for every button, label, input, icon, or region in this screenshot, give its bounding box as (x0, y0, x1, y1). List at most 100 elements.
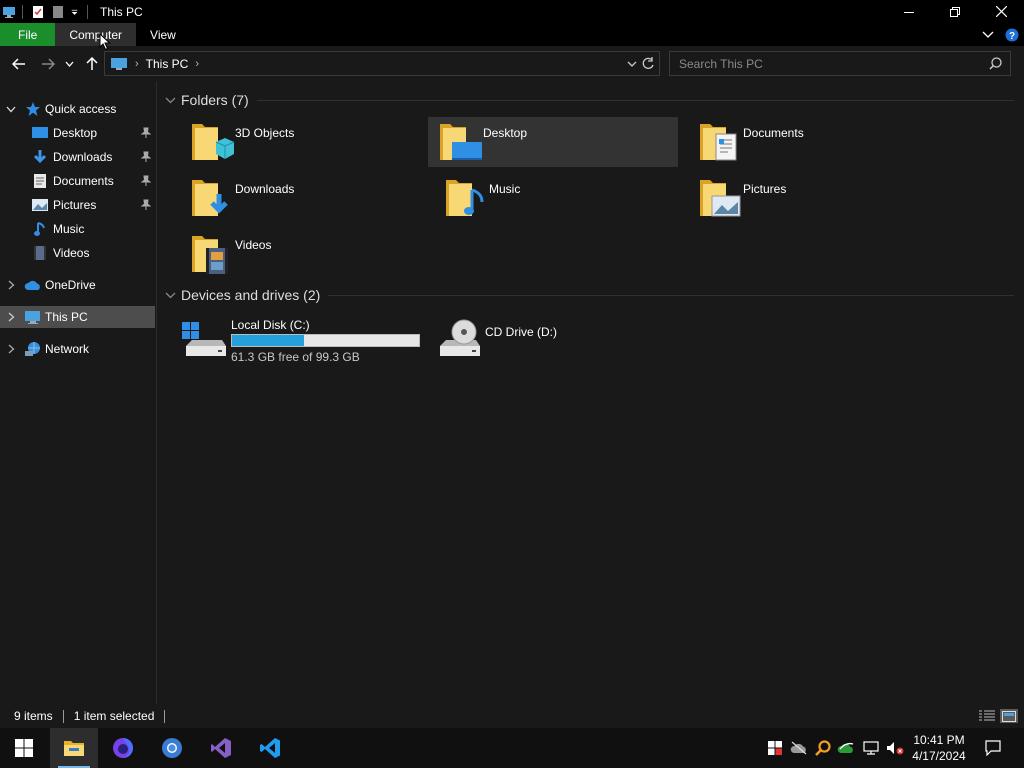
taskbar-clock[interactable]: 10:41 PM 4/17/2024 (905, 732, 973, 764)
new-folder-icon[interactable] (51, 5, 65, 19)
customize-toolbar-chevron-icon[interactable] (71, 5, 81, 19)
tray-network[interactable] (861, 728, 881, 768)
folder-tile-documents[interactable]: Documents (688, 117, 936, 167)
group-title: Folders (7) (181, 92, 249, 108)
tray-security[interactable] (766, 728, 784, 768)
taskbar-chrome[interactable] (148, 728, 196, 768)
nav-onedrive[interactable]: OneDrive (0, 274, 155, 296)
drive-tile-local-disk-c[interactable]: Local Disk (C:) 61.3 GB free of 99.3 GB (176, 314, 424, 366)
tab-file[interactable]: File (0, 23, 56, 46)
up-button[interactable] (82, 54, 102, 74)
properties-icon[interactable] (31, 5, 45, 19)
selection-count: 1 item selected (73, 709, 155, 723)
search-box[interactable] (669, 51, 1011, 76)
search-input[interactable] (679, 56, 979, 71)
address-bar[interactable]: › This PC › (104, 51, 660, 76)
help-button[interactable]: ? (1000, 23, 1024, 46)
windows-drive-icon (182, 322, 226, 356)
view-buttons (974, 709, 1018, 723)
taskbar-vscode[interactable] (246, 728, 294, 768)
nav-label: Downloads (53, 150, 113, 164)
tab-view[interactable]: View (136, 23, 190, 46)
folder-label: Desktop (483, 126, 528, 140)
toolbar-separator (87, 4, 88, 19)
tray-search-app[interactable] (814, 728, 832, 768)
collapse-chevron-icon[interactable] (164, 292, 176, 299)
expand-chevron-icon[interactable] (6, 344, 16, 354)
title-bar: This PC (0, 0, 1024, 23)
nav-item-downloads[interactable]: Downloads (0, 146, 155, 168)
restore-button[interactable] (932, 0, 978, 23)
nav-label: Pictures (53, 198, 97, 212)
folder-tile-pictures[interactable]: Pictures (688, 173, 936, 223)
tray-volume[interactable] (885, 728, 905, 768)
pictures-icon (32, 197, 48, 213)
documents-icon (32, 173, 48, 189)
quick-access-toolbar (0, 0, 96, 23)
nav-item-music[interactable]: Music (0, 218, 155, 240)
folder-tile-downloads[interactable]: Downloads (180, 173, 428, 223)
clock-date: 4/17/2024 (912, 749, 966, 763)
drive-label: Local Disk (C:) (231, 318, 310, 332)
breadcrumb-separator[interactable]: › (195, 58, 199, 70)
chrome-icon (162, 738, 182, 758)
breadcrumb-this-pc[interactable]: This PC (146, 57, 189, 71)
pin-icon[interactable] (141, 151, 151, 162)
tab-computer[interactable]: Computer (55, 23, 137, 46)
nav-item-documents[interactable]: Documents (0, 170, 155, 192)
up-arrow-icon (86, 57, 98, 70)
tray-sync[interactable] (836, 728, 856, 768)
taskbar-visual-studio[interactable] (197, 728, 245, 768)
taskbar-firefox[interactable] (99, 728, 147, 768)
folder-label: Documents (743, 126, 804, 140)
nav-quick-access[interactable]: Quick access (0, 98, 155, 120)
folders-group-header[interactable]: Folders (7) (164, 92, 1014, 108)
nav-network[interactable]: Network (0, 338, 155, 360)
forward-button[interactable] (38, 54, 58, 74)
this-pc-icon[interactable] (2, 5, 16, 19)
back-button[interactable] (9, 54, 29, 74)
status-bar: 9 items 1 item selected (0, 704, 1024, 728)
details-view-icon (979, 710, 995, 721)
pin-icon[interactable] (141, 127, 151, 138)
close-button[interactable] (978, 0, 1024, 23)
folder-tile-desktop[interactable]: Desktop (428, 117, 678, 167)
folder-tile-videos[interactable]: Videos (180, 229, 428, 279)
action-center-button[interactable] (978, 728, 1008, 768)
folder-label: 3D Objects (235, 126, 295, 140)
folder-label: Downloads (235, 182, 295, 196)
drives-group-header[interactable]: Devices and drives (2) (164, 287, 1014, 303)
details-view-button[interactable] (978, 709, 996, 723)
pin-icon[interactable] (141, 175, 151, 186)
pin-icon[interactable] (141, 199, 151, 210)
large-icons-view-button[interactable] (1000, 709, 1018, 723)
minimize-button[interactable] (886, 0, 932, 23)
tray-onedrive[interactable] (789, 728, 809, 768)
collapse-chevron-icon[interactable] (164, 97, 176, 104)
expand-ribbon-button[interactable] (976, 23, 1000, 46)
3d-objects-folder-icon (192, 124, 235, 160)
videos-icon (32, 245, 48, 261)
expand-chevron-icon[interactable] (6, 280, 16, 290)
drive-tile-cd-drive-d[interactable]: CD Drive (D:) (430, 314, 678, 366)
folder-tile-music[interactable]: Music (434, 173, 682, 223)
refresh-icon[interactable] (640, 56, 656, 72)
start-button[interactable] (0, 728, 48, 768)
folder-tile-3d-objects[interactable]: 3D Objects (180, 117, 428, 167)
drive-usage-bar (231, 334, 420, 347)
desktop-icon (32, 125, 48, 141)
nav-this-pc[interactable]: This PC (0, 306, 155, 328)
search-icon[interactable] (989, 57, 1002, 70)
nav-item-desktop[interactable]: Desktop (0, 122, 155, 144)
nav-item-videos[interactable]: Videos (0, 242, 155, 264)
this-pc-icon (111, 57, 127, 70)
this-pc-icon (24, 309, 40, 325)
expand-chevron-icon[interactable] (6, 312, 16, 322)
nav-item-pictures[interactable]: Pictures (0, 194, 155, 216)
address-history-dropdown-icon[interactable] (627, 57, 637, 71)
group-divider (328, 294, 1014, 296)
expand-chevron-icon[interactable] (6, 106, 16, 113)
recent-locations-button[interactable] (62, 54, 76, 74)
taskbar-file-explorer[interactable] (50, 728, 98, 768)
desktop-folder-icon (440, 124, 482, 160)
